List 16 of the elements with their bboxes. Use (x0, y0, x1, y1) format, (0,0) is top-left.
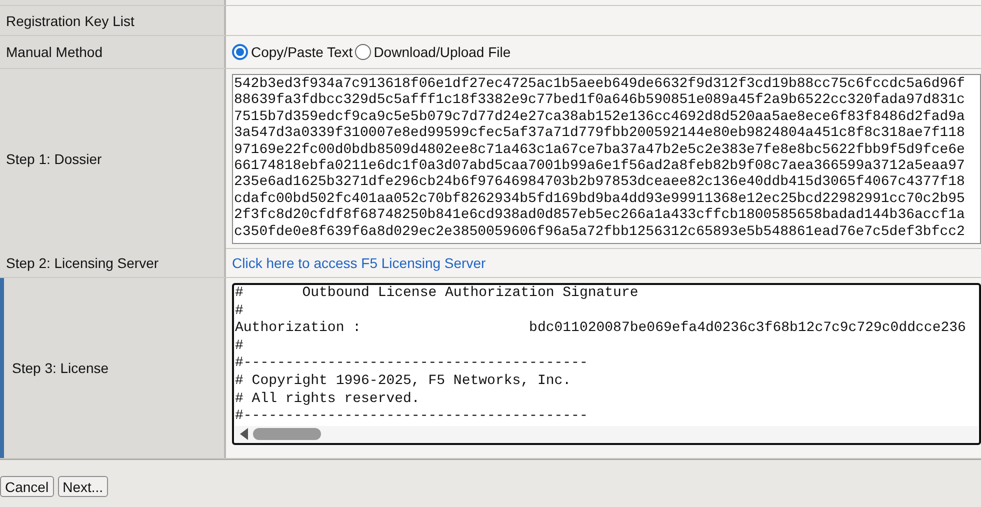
field-label: Manual Method (0, 36, 226, 68)
radio-button[interactable] (354, 44, 371, 60)
radio-label[interactable]: Copy/Paste Text (251, 44, 353, 60)
next-button[interactable]: Next... (58, 476, 108, 497)
field-label: Step 1: Dossier (0, 69, 226, 249)
scroll-left-icon[interactable] (239, 427, 249, 442)
cancel-button[interactable]: Cancel (0, 476, 54, 497)
field-label: Step 2: Licensing Server (0, 249, 226, 277)
dossier-text[interactable]: 542b3ed3f934a7c913618f06e1df27ec4725ac1b5aeeb649de6632f9d312f3cd19b88cc75c6fccdc5a6d96f 88639fa3fdbcc329d5c5afff1c18f3382e9c77bed1f0a646b590851e089a45f2a9b6522cc320fada97d831c 7515b7d359edcf9ca9c5e5b079c7d77d24e27ca38ab152e136cc4692d8d520aa5ae8ece6f83f8486d2fad9a 3a547d3a0339f310007e8ed99599cfec5af37a71d779fbb200592144e80eb9824804a451c8f8c318ae7f118 97169e22fc00d0bdb8509d4802ee8c71a463c1a67ce7ba37a47b2e5c2e383e7fe8e8bc5622fbb9f5d9fce6e 66174818ebfa0211e6dc1f0a3d07abd5caa7001b99a6e1f56ad2a8feb82b9f08c7aea366599a3712a5eaa97 235e6ad1625b3271dfe296cb24b6f97646984703b2b97853dceaee82c136e40ddb415d3065f4067c4377f18 cdafc00bd502fc401aa052c70bf8262934b5fd169bd9ba4dd93e99911368e12ec25bcd22982991cc70c2b95 2f3fc8d20cfdf8f68748250b841e6cd938ad0d857eb5ec266a1a433cffcb1800585658badad144b36accf1a c350fde0e8f639f6a8d029ec2e3850059606f96a5a72fbb1256312c65893e5b548861ead76e7c5def3bfcc2 (234, 76, 979, 240)
scrollbar-thumb[interactable] (253, 428, 321, 440)
license-text[interactable]: # Outbound License Authorization Signature # Authorization : bdc011020087be069efa4d0236c3f68b12c7c9c729c0ddcce236 # #----------------------------------------- # Copyright 1996-2025, F5 Networks, Inc. # All rights reserved. #----------------------------------------- (235, 285, 978, 426)
field-label: Registration Key List (0, 6, 226, 35)
licensing-server-link[interactable]: Click here to access F5 Licensing Server (232, 255, 486, 271)
field-label: Step 3: License (0, 278, 226, 458)
radio-button[interactable] (232, 44, 248, 60)
radio-label[interactable]: Download/Upload File (374, 44, 511, 60)
